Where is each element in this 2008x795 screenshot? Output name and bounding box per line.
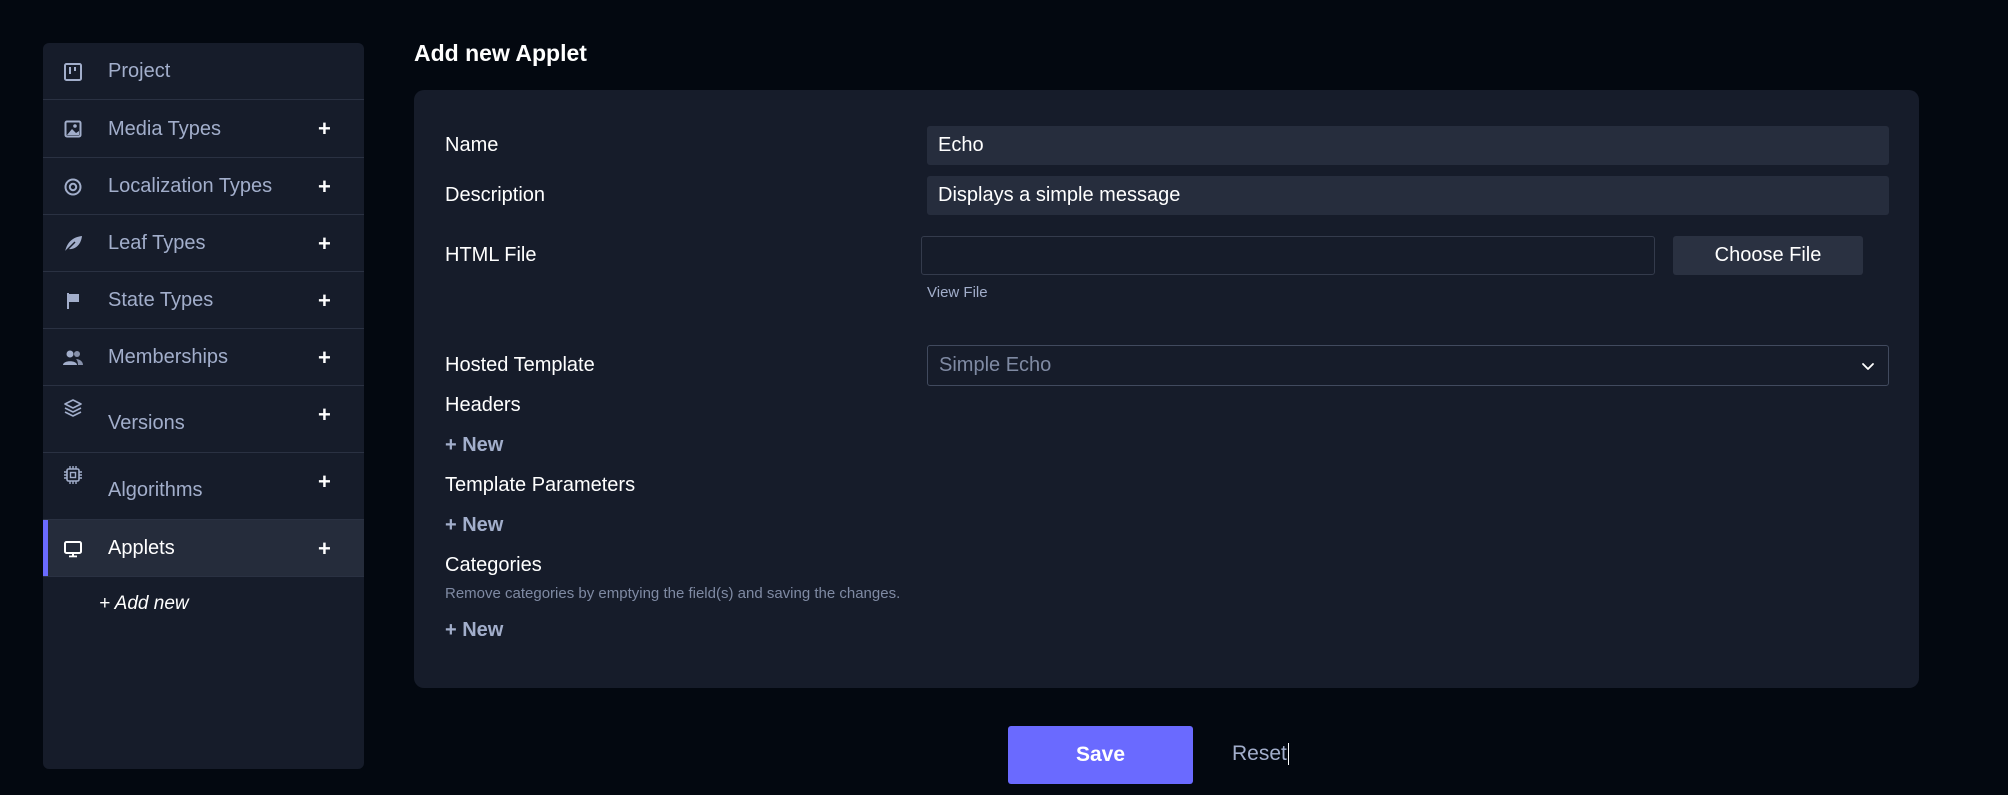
add-media-type-button[interactable]: +	[318, 118, 331, 140]
add-state-type-button[interactable]: +	[318, 290, 331, 312]
html-file-path-field[interactable]	[921, 236, 1655, 275]
sidebar-item-algorithms[interactable]: Algorithms +	[43, 453, 364, 520]
target-icon	[63, 177, 83, 197]
name-field[interactable]: Echo	[927, 126, 1889, 165]
sidebar-item-versions[interactable]: Versions +	[43, 386, 364, 453]
view-file-link[interactable]: View File	[927, 284, 988, 301]
add-applet-button[interactable]: +	[318, 538, 331, 560]
hosted-template-value: Simple Echo	[939, 354, 1052, 376]
choose-file-button[interactable]: Choose File	[1673, 236, 1863, 275]
chevron-down-icon	[1860, 358, 1876, 374]
text-cursor	[1287, 743, 1289, 766]
sidebar-item-state-types[interactable]: State Types +	[43, 272, 364, 329]
reset-label: Reset	[1232, 742, 1287, 765]
image-icon	[63, 119, 83, 139]
flag-icon	[63, 291, 83, 311]
template-parameters-label: Template Parameters	[445, 474, 636, 496]
name-label: Name	[445, 134, 499, 156]
html-file-label: HTML File	[445, 244, 537, 266]
sidebar-item-label: Memberships	[108, 346, 229, 368]
users-icon	[63, 348, 83, 368]
sidebar-item-label: Localization Types	[108, 175, 273, 197]
cpu-icon	[63, 465, 83, 485]
description-label: Description	[445, 184, 546, 206]
add-localization-type-button[interactable]: +	[318, 176, 331, 198]
add-leaf-type-button[interactable]: +	[318, 233, 331, 255]
sidebar-item-leaf-types[interactable]: Leaf Types +	[43, 215, 364, 272]
sidebar-item-label: Media Types	[108, 118, 222, 140]
layers-icon	[63, 398, 83, 418]
add-category-button[interactable]: + New	[445, 619, 503, 642]
monitor-icon	[63, 539, 83, 559]
sidebar-item-applets[interactable]: Applets +	[43, 520, 364, 577]
add-template-parameter-button[interactable]: + New	[445, 514, 503, 537]
add-membership-button[interactable]: +	[318, 347, 331, 369]
sidebar-item-project[interactable]: Project	[43, 43, 364, 100]
categories-hint: Remove categories by emptying the field(…	[445, 585, 901, 602]
add-header-button[interactable]: + New	[445, 434, 503, 457]
save-button[interactable]: Save	[1008, 726, 1193, 784]
sidebar: Project Media Types + Localization Types…	[43, 43, 364, 769]
sidebar-item-label: Versions	[108, 412, 185, 434]
add-new-applet-link[interactable]: + Add new	[99, 593, 189, 615]
sidebar-item-label: Applets	[108, 537, 175, 559]
reset-button[interactable]: Reset	[1232, 742, 1289, 766]
description-field[interactable]: Displays a simple message	[927, 176, 1889, 215]
sidebar-item-localization-types[interactable]: Localization Types +	[43, 158, 364, 215]
sidebar-item-memberships[interactable]: Memberships +	[43, 329, 364, 386]
hosted-template-select[interactable]: Simple Echo	[927, 345, 1889, 386]
sidebar-item-label: State Types	[108, 289, 214, 311]
sidebar-item-media-types[interactable]: Media Types +	[43, 100, 364, 158]
categories-label: Categories	[445, 554, 542, 576]
sidebar-item-label: Leaf Types	[108, 232, 206, 254]
hosted-template-label: Hosted Template	[445, 354, 595, 376]
board-icon	[63, 62, 83, 82]
add-algorithm-button[interactable]: +	[318, 471, 331, 493]
page-title: Add new Applet	[414, 40, 587, 66]
headers-label: Headers	[445, 394, 521, 416]
sidebar-item-label: Algorithms	[108, 479, 203, 501]
add-version-button[interactable]: +	[318, 404, 331, 426]
sidebar-item-label: Project	[108, 60, 171, 82]
leaf-icon	[63, 234, 83, 254]
